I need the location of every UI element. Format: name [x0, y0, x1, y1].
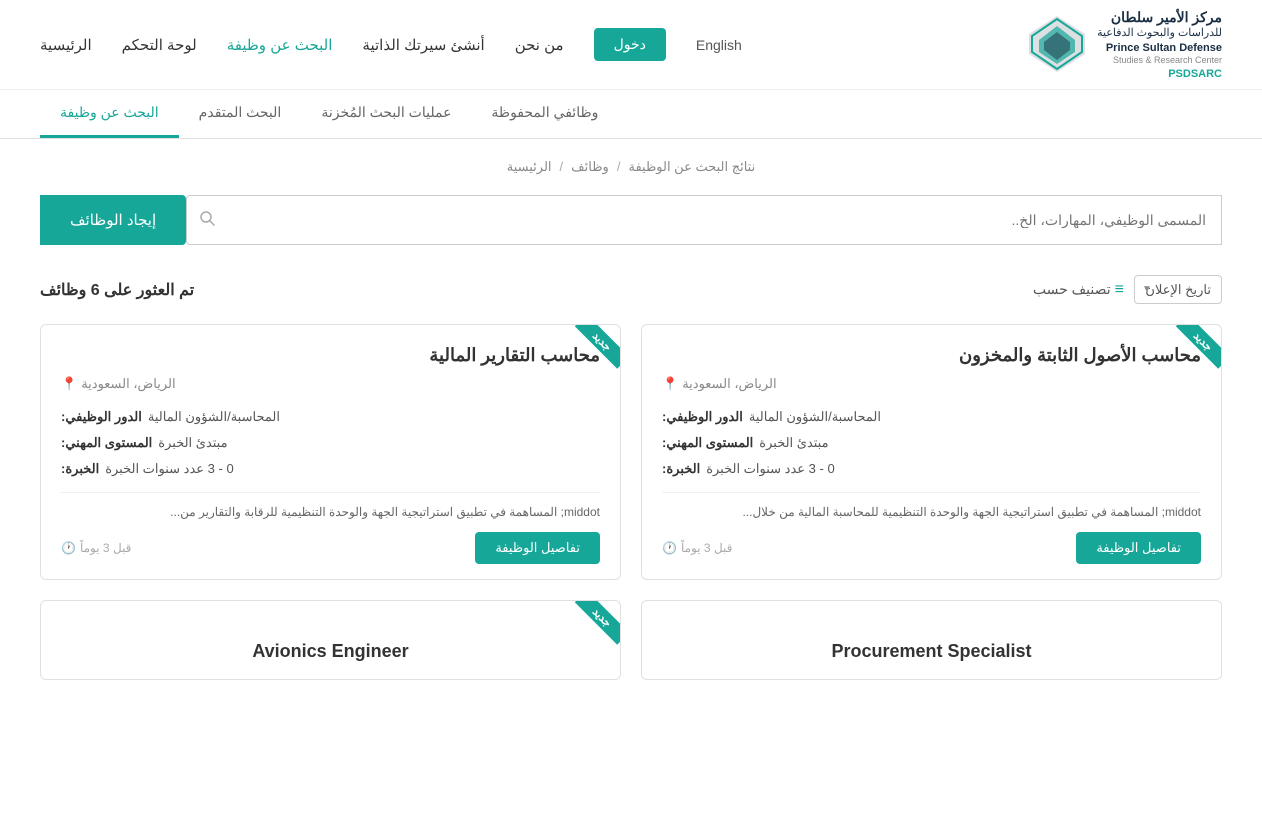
- logo-arabic-name: مركز الأمير سلطان: [1097, 8, 1222, 26]
- job-card-1: جديد محاسب الأصول الثابتة والمخزون الريا…: [641, 324, 1222, 580]
- sub-nav-search[interactable]: البحث عن وظيفة: [40, 90, 179, 138]
- job-level-row-2: مبتدئ الخبرة المستوى المهني:: [61, 430, 600, 456]
- search-bar: [186, 195, 1222, 245]
- sub-nav-saved-jobs[interactable]: وظائفي المحفوظة: [471, 90, 618, 138]
- clock-icon-2: 🕐: [61, 541, 76, 555]
- job-card-4: جديد Avionics Engineer: [40, 600, 621, 680]
- job-time-2: قبل 3 يوماً 🕐: [61, 541, 131, 555]
- job-level-value-2: مبتدئ الخبرة: [158, 430, 227, 456]
- login-button[interactable]: دخول: [594, 28, 666, 61]
- new-badge-4: جديد: [575, 601, 620, 645]
- header-nav: English دخول من نحن أنشئ سيرتك الذاتية ا…: [40, 28, 742, 61]
- header: مركز الأمير سلطان للدراسات والبحوث الدفا…: [0, 0, 1262, 90]
- job-level-value-1: مبتدئ الخبرة: [759, 430, 828, 456]
- logo-arabic-sub: للدراسات والبحوث الدفاعية: [1097, 26, 1222, 40]
- job-desc-1: middot; المساهمة في تطبيق استراتيجية الج…: [662, 492, 1201, 522]
- nav-search-job[interactable]: البحث عن وظيفة: [227, 36, 333, 54]
- job-location-2: الرياض، السعودية 📍: [61, 376, 600, 392]
- search-input[interactable]: [227, 212, 1221, 228]
- breadcrumb-sep1: /: [560, 159, 564, 175]
- job-title-3: Procurement Specialist: [662, 621, 1201, 662]
- job-exp-label-2: الخبرة:: [61, 456, 99, 482]
- new-badge-1: جديد: [1176, 325, 1221, 369]
- logo: مركز الأمير سلطان للدراسات والبحوث الدفا…: [1027, 8, 1222, 81]
- logo-icon: [1027, 14, 1087, 74]
- details-btn-1[interactable]: تفاصيل الوظيفة: [1076, 532, 1201, 564]
- job-role-row-2: المحاسبة/الشؤون المالية الدور الوظيفي:: [61, 404, 600, 430]
- new-badge-corner-1: جديد: [1161, 325, 1221, 385]
- job-time-1: قبل 3 يوماً 🕐: [662, 541, 732, 555]
- sort-lines-icon: ≡: [1115, 281, 1124, 299]
- job-details-1: المحاسبة/الشؤون المالية الدور الوظيفي: م…: [662, 404, 1201, 482]
- job-exp-value-1: 0 - 3 عدد سنوات الخبرة: [706, 456, 835, 482]
- logo-english-sub: Studies & Research Center: [1097, 55, 1222, 67]
- find-jobs-button[interactable]: إيجاد الوظائف: [40, 195, 186, 245]
- job-title-4: Avionics Engineer: [61, 621, 600, 662]
- job-card-3: Procurement Specialist: [641, 600, 1222, 680]
- breadcrumb-jobs[interactable]: وظائف: [571, 159, 609, 175]
- breadcrumb-sep2: /: [617, 159, 621, 175]
- new-badge-corner-2: جديد: [560, 325, 620, 385]
- sort-label: ≡ تصنيف حسب: [1033, 281, 1124, 299]
- sub-nav-saved-searches[interactable]: عمليات البحث المُخزنة: [301, 90, 471, 138]
- job-details-2: المحاسبة/الشؤون المالية الدور الوظيفي: م…: [61, 404, 600, 482]
- job-exp-label-1: الخبرة:: [662, 456, 700, 482]
- job-level-label-1: المستوى المهني:: [662, 430, 753, 456]
- logo-english-name: Prince Sultan Defense: [1097, 41, 1222, 55]
- nav-home[interactable]: الرئيسية: [40, 36, 92, 54]
- logo-psd-badge: PSDSARC: [1097, 67, 1222, 81]
- details-btn-2[interactable]: تفاصيل الوظيفة: [475, 532, 600, 564]
- job-card-2: جديد محاسب التقارير المالية الرياض، السع…: [40, 324, 621, 580]
- job-role-label-1: الدور الوظيفي:: [662, 404, 743, 430]
- job-footer-1: تفاصيل الوظيفة قبل 3 يوماً 🕐: [662, 532, 1201, 564]
- breadcrumb-home[interactable]: الرئيسية: [507, 159, 552, 175]
- sort-dropdown-wrapper: تاريخ الإعلان الأحدث الأقدم ▼: [1134, 275, 1222, 304]
- job-exp-value-2: 0 - 3 عدد سنوات الخبرة: [105, 456, 234, 482]
- clock-icon-1: 🕐: [662, 541, 677, 555]
- nav-dashboard[interactable]: لوحة التحكم: [122, 36, 197, 54]
- results-bar: تاريخ الإعلان الأحدث الأقدم ▼ ≡ تصنيف حس…: [0, 265, 1262, 324]
- sort-section: تاريخ الإعلان الأحدث الأقدم ▼ ≡ تصنيف حس…: [1033, 275, 1222, 304]
- new-badge-2: جديد: [575, 325, 620, 369]
- breadcrumb-section: نتائج البحث عن الوظيفة / وظائف / الرئيسي…: [0, 139, 1262, 185]
- job-footer-2: تفاصيل الوظيفة قبل 3 يوماً 🕐: [61, 532, 600, 564]
- language-switcher[interactable]: English: [696, 37, 742, 53]
- job-exp-row-1: 0 - 3 عدد سنوات الخبرة الخبرة:: [662, 456, 1201, 482]
- sort-dropdown[interactable]: تاريخ الإعلان الأحدث الأقدم: [1134, 275, 1222, 304]
- location-icon-1: 📍: [662, 376, 678, 392]
- job-role-row-1: المحاسبة/الشؤون المالية الدور الوظيفي:: [662, 404, 1201, 430]
- job-title-1: محاسب الأصول الثابتة والمخزون: [662, 345, 1201, 366]
- results-count: تم العثور على 6 وظائف: [40, 280, 194, 300]
- job-level-row-1: مبتدئ الخبرة المستوى المهني:: [662, 430, 1201, 456]
- sub-nav-advanced[interactable]: البحث المتقدم: [179, 90, 302, 138]
- search-icon: [187, 210, 227, 231]
- breadcrumb-current: نتائج البحث عن الوظيفة: [628, 159, 755, 175]
- nav-about[interactable]: من نحن: [515, 36, 564, 54]
- job-exp-row-2: 0 - 3 عدد سنوات الخبرة الخبرة:: [61, 456, 600, 482]
- location-icon-2: 📍: [61, 376, 77, 392]
- job-role-value-2: المحاسبة/الشؤون المالية: [148, 404, 280, 430]
- logo-text: مركز الأمير سلطان للدراسات والبحوث الدفا…: [1097, 8, 1222, 81]
- job-role-value-1: المحاسبة/الشؤون المالية: [749, 404, 881, 430]
- job-role-label-2: الدور الوظيفي:: [61, 404, 142, 430]
- new-badge-corner-4: جديد: [560, 601, 620, 661]
- job-location-1: الرياض، السعودية 📍: [662, 376, 1201, 392]
- job-desc-2: middot; المساهمة في تطبيق استراتيجية الج…: [61, 492, 600, 522]
- sub-nav: وظائفي المحفوظة عمليات البحث المُخزنة ال…: [0, 90, 1262, 139]
- search-section: إيجاد الوظائف: [0, 185, 1262, 265]
- breadcrumb: نتائج البحث عن الوظيفة / وظائف / الرئيسي…: [40, 159, 1222, 175]
- job-title-2: محاسب التقارير المالية: [61, 345, 600, 366]
- jobs-grid: جديد محاسب الأصول الثابتة والمخزون الريا…: [0, 324, 1262, 710]
- nav-create-cv[interactable]: أنشئ سيرتك الذاتية: [362, 36, 484, 54]
- job-level-label-2: المستوى المهني:: [61, 430, 152, 456]
